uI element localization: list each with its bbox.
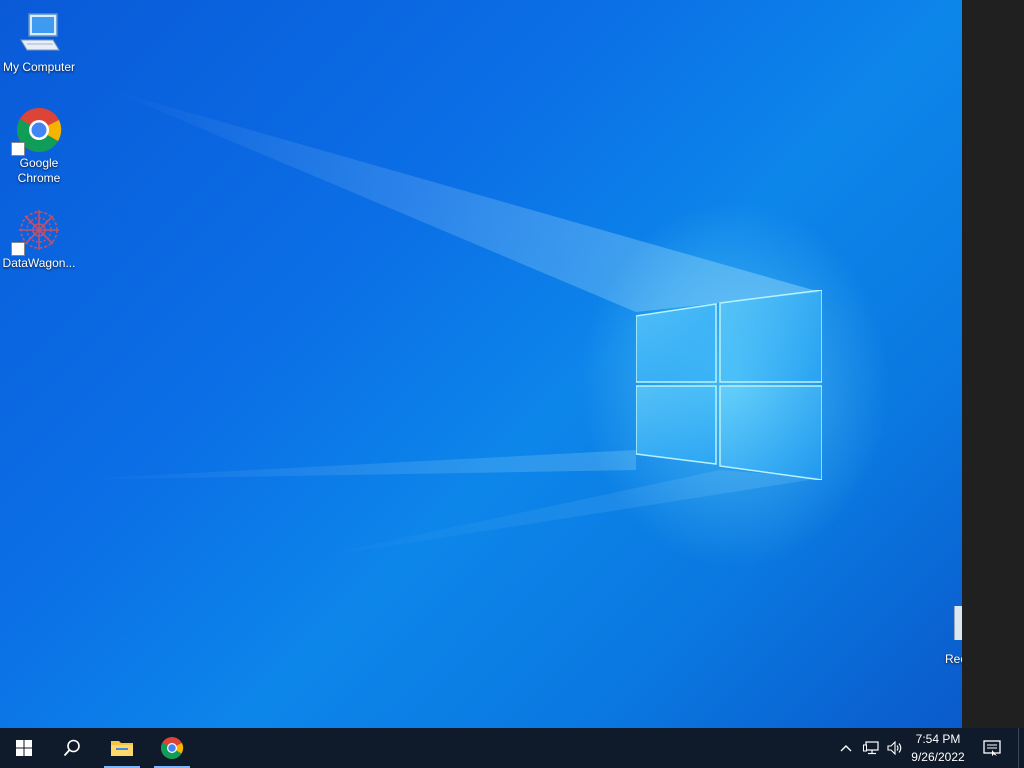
taskbar: 7:54 PM 9/26/2022 — [0, 728, 1024, 768]
desktop-icon-label: Google Chrome — [17, 156, 61, 185]
network-button[interactable] — [860, 728, 882, 768]
windows-logo — [636, 290, 822, 480]
chevron-up-icon — [840, 745, 852, 752]
volume-button[interactable] — [884, 728, 906, 768]
shortcut-arrow-icon — [11, 242, 25, 256]
network-icon — [863, 741, 879, 755]
start-button[interactable] — [0, 728, 48, 768]
recycle-bin-icon — [954, 606, 962, 640]
action-center-button[interactable] — [976, 728, 1008, 768]
chrome-taskbar-button[interactable] — [148, 728, 196, 768]
desktop-icon-recycle-bin[interactable]: Rec — [940, 604, 962, 668]
chrome-icon — [161, 737, 184, 759]
desktop-icon-label: My Computer — [2, 60, 76, 74]
search-button[interactable] — [48, 728, 96, 768]
desktop-icon-label: Rec — [945, 652, 962, 666]
computer-icon — [15, 10, 63, 58]
desktop-icon-google-chrome[interactable]: Google Chrome — [0, 106, 78, 186]
notification-icon — [983, 740, 1001, 756]
search-icon — [63, 739, 80, 757]
show-desktop-button[interactable] — [1018, 728, 1024, 768]
desktop-icon-datawagon[interactable]: DataWagon... — [0, 206, 78, 271]
clock[interactable]: 7:54 PM 9/26/2022 — [906, 730, 970, 766]
windows-start-icon — [16, 740, 32, 756]
chrome-icon — [11, 106, 63, 156]
speaker-icon — [887, 741, 902, 755]
file-explorer-icon — [111, 741, 133, 756]
desktop-icon-my-computer[interactable]: My Computer — [0, 10, 78, 75]
desktop-wallpaper: My Computer Google Chrome DataWagon... R… — [0, 0, 1024, 728]
clock-date: 9/26/2022 — [911, 750, 965, 764]
wallpaper-light-rays — [60, 90, 822, 560]
shortcut-arrow-icon — [11, 142, 25, 156]
file-explorer-button[interactable] — [98, 728, 146, 768]
clock-time: 7:54 PM — [915, 732, 961, 746]
desktop-icon-label: DataWagon... — [2, 256, 76, 270]
side-panel — [962, 0, 1024, 728]
datawagon-icon — [11, 206, 63, 256]
show-hidden-icons-button[interactable] — [836, 728, 856, 768]
